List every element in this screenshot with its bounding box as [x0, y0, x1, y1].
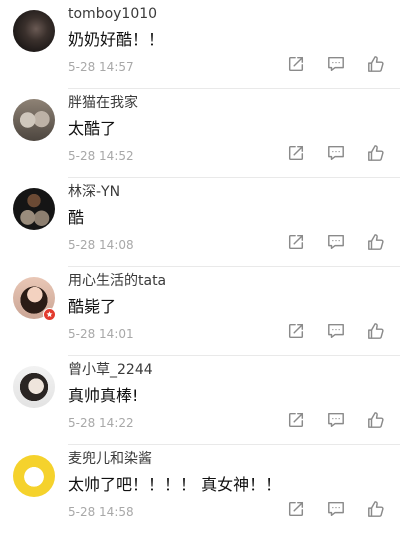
comment-actions: [286, 499, 386, 519]
reply-button[interactable]: [326, 410, 346, 430]
comment-text: 奶奶好酷！！: [68, 30, 165, 49]
comment-actions: [286, 54, 386, 74]
comment-icon: [328, 56, 344, 72]
comment-item: 用心生活的tata 酷毙了 5-28 14:01: [0, 267, 400, 356]
comment-actions: [286, 321, 386, 341]
comment-username[interactable]: 用心生活的tata: [68, 272, 166, 290]
thumbs-up-icon: [368, 145, 384, 161]
comment-item: 胖猫在我家 太酷了 5-28 14:52: [0, 89, 400, 178]
like-button[interactable]: [366, 321, 386, 341]
share-icon: [288, 145, 304, 161]
thumbs-up-icon: [368, 412, 384, 428]
thumbs-up-icon: [368, 56, 384, 72]
like-button[interactable]: [366, 410, 386, 430]
comment-username[interactable]: tomboy1010: [68, 5, 157, 23]
comment-username[interactable]: 麦兜儿和染酱: [68, 450, 152, 468]
comment-username[interactable]: 曾小草_2244: [68, 361, 153, 379]
comment-timestamp: 5-28 14:57: [68, 60, 134, 74]
comment-icon: [328, 323, 344, 339]
comment-timestamp: 5-28 14:52: [68, 149, 134, 163]
comment-username[interactable]: 胖猫在我家: [68, 94, 138, 112]
reply-button[interactable]: [326, 499, 346, 519]
share-icon: [288, 323, 304, 339]
like-button[interactable]: [366, 232, 386, 252]
reply-button[interactable]: [326, 232, 346, 252]
avatar[interactable]: [13, 455, 55, 497]
comment-item: 麦兜儿和染酱 太帅了吧！！！！ 真女神！！ 5-28 14:58: [0, 445, 400, 534]
comment-text: 酷毙了: [68, 297, 117, 316]
comment-icon: [328, 234, 344, 250]
share-button[interactable]: [286, 232, 306, 252]
share-icon: [288, 412, 304, 428]
comment-text: 太帅了吧！！！！ 真女神！！: [68, 475, 282, 494]
share-button[interactable]: [286, 410, 306, 430]
thumbs-up-icon: [368, 501, 384, 517]
comment-timestamp: 5-28 14:22: [68, 416, 134, 430]
verified-badge: [43, 308, 56, 321]
reply-button[interactable]: [326, 321, 346, 341]
comment-actions: [286, 232, 386, 252]
comment-icon: [328, 501, 344, 517]
thumbs-up-icon: [368, 323, 384, 339]
share-icon: [288, 234, 304, 250]
comment-list: tomboy1010 奶奶好酷！！ 5-28 14:57 胖猫在我家 太酷了 5…: [0, 0, 400, 524]
star-icon: [46, 311, 53, 318]
comment-item: 曾小草_2244 真帅真棒! 5-28 14:22: [0, 356, 400, 445]
reply-button[interactable]: [326, 54, 346, 74]
comment-item: tomboy1010 奶奶好酷！！ 5-28 14:57: [0, 0, 400, 89]
avatar[interactable]: [13, 366, 55, 408]
avatar[interactable]: [13, 188, 55, 230]
avatar[interactable]: [13, 10, 55, 52]
comment-actions: [286, 410, 386, 430]
comment-text: 太酷了: [68, 119, 117, 138]
like-button[interactable]: [366, 54, 386, 74]
avatar[interactable]: [13, 99, 55, 141]
comment-timestamp: 5-28 14:01: [68, 327, 134, 341]
comment-username[interactable]: 林深-YN: [68, 183, 120, 201]
share-button[interactable]: [286, 54, 306, 74]
share-button[interactable]: [286, 143, 306, 163]
share-icon: [288, 56, 304, 72]
comment-timestamp: 5-28 14:58: [68, 505, 134, 519]
like-button[interactable]: [366, 499, 386, 519]
share-button[interactable]: [286, 321, 306, 341]
like-button[interactable]: [366, 143, 386, 163]
comment-actions: [286, 143, 386, 163]
share-button[interactable]: [286, 499, 306, 519]
comment-timestamp: 5-28 14:08: [68, 238, 134, 252]
reply-button[interactable]: [326, 143, 346, 163]
share-icon: [288, 501, 304, 517]
comment-text: 酷: [68, 208, 85, 227]
thumbs-up-icon: [368, 234, 384, 250]
comment-icon: [328, 145, 344, 161]
comment-item: 林深-YN 酷 5-28 14:08: [0, 178, 400, 267]
comment-text: 真帅真棒!: [68, 386, 139, 405]
comment-icon: [328, 412, 344, 428]
